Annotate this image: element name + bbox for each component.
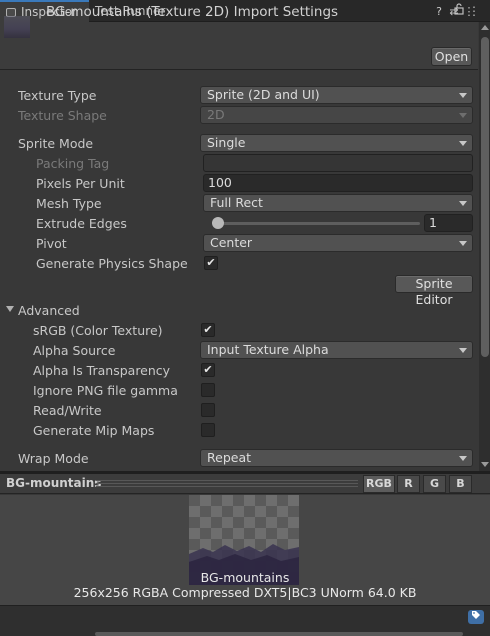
header-title: BG-mountains (Texture 2D) Import Setting…	[46, 4, 339, 20]
preview-name: BG-mountains	[6, 476, 102, 490]
read-write-label: Read/Write	[33, 403, 102, 418]
srgb-label: sRGB (Color Texture)	[33, 323, 163, 338]
ignore-png-gamma-checkbox[interactable]	[201, 383, 215, 397]
header-menu-icon[interactable]: ⋮	[462, 5, 476, 19]
srgb-checkbox[interactable]: ✔	[201, 323, 215, 337]
scrollbar-thumb[interactable]	[481, 37, 489, 357]
texture-shape-dropdown: 2D	[200, 106, 473, 124]
alpha-source-label: Alpha Source	[33, 343, 116, 358]
pixels-per-unit-field[interactable]: 100	[203, 174, 473, 192]
chevron-down-icon	[459, 201, 467, 206]
mesh-type-value: Full Rect	[210, 195, 263, 210]
foldout-arrow-icon[interactable]	[6, 306, 14, 312]
footer-scroll-indicator	[95, 632, 463, 636]
packing-tag-field	[203, 154, 473, 172]
mesh-type-label: Mesh Type	[36, 196, 102, 211]
extrude-edges-field[interactable]: 1	[424, 214, 473, 232]
texture-shape-value: 2D	[207, 107, 225, 122]
channel-g-button[interactable]: G	[423, 475, 446, 493]
preview-info: 256x256 RGBA Compressed DXT5|BC3 UNorm 6…	[73, 585, 417, 600]
generate-physics-shape-label: Generate Physics Shape	[36, 256, 188, 271]
pivot-label: Pivot	[36, 236, 67, 251]
chevron-down-icon	[459, 113, 467, 118]
alpha-source-dropdown[interactable]: Input Texture Alpha	[200, 341, 473, 359]
asset-thumbnail	[4, 16, 30, 38]
alpha-source-value: Input Texture Alpha	[207, 342, 329, 357]
alpha-is-transparency-label: Alpha Is Transparency	[33, 363, 171, 378]
mesh-type-dropdown[interactable]: Full Rect	[203, 194, 473, 212]
sprite-mode-value: Single	[207, 135, 246, 150]
packing-tag-label: Packing Tag	[36, 156, 110, 171]
ignore-png-gamma-label: Ignore PNG file gamma	[33, 383, 178, 398]
texture-type-value: Sprite (2D and UI)	[207, 87, 320, 102]
preset-icon[interactable]: ⇄	[447, 5, 461, 19]
texture-type-label: Texture Type	[18, 88, 97, 103]
wrap-mode-dropdown[interactable]: Repeat	[200, 449, 473, 467]
chevron-down-icon	[459, 141, 467, 146]
channel-b-button[interactable]: B	[449, 475, 472, 493]
pivot-value: Center	[210, 235, 253, 250]
extrude-edges-label: Extrude Edges	[36, 216, 127, 231]
chevron-down-icon	[459, 456, 467, 461]
extrude-edges-slider-track[interactable]	[212, 222, 420, 225]
read-write-checkbox[interactable]	[201, 403, 215, 417]
chevron-down-icon	[459, 241, 467, 246]
advanced-foldout-label[interactable]: Advanced	[18, 303, 80, 318]
pixels-per-unit-label: Pixels Per Unit	[36, 176, 125, 191]
texture-shape-label: Texture Shape	[18, 108, 107, 123]
generate-mip-maps-checkbox[interactable]	[201, 423, 215, 437]
chevron-down-icon	[459, 93, 467, 98]
open-button[interactable]: Open	[431, 47, 472, 66]
sprite-editor-button[interactable]: Sprite Editor	[395, 275, 473, 307]
alpha-is-transparency-checkbox[interactable]: ✔	[201, 363, 215, 377]
chevron-down-icon	[459, 348, 467, 353]
channel-r-button[interactable]: R	[397, 475, 420, 493]
preview-drag-grip[interactable]	[96, 480, 358, 488]
extrude-edges-slider-knob[interactable]	[212, 217, 225, 229]
texture-type-dropdown[interactable]: Sprite (2D and UI)	[200, 86, 473, 104]
help-icon[interactable]: ?	[432, 5, 446, 19]
scroll-down-icon[interactable]	[481, 462, 489, 467]
generate-physics-shape-checkbox[interactable]: ✔	[204, 256, 218, 270]
generate-mip-maps-label: Generate Mip Maps	[33, 423, 155, 438]
wrap-mode-value: Repeat	[207, 450, 252, 465]
preview-title: BG-mountains	[200, 570, 290, 585]
inspector-header	[0, 22, 478, 70]
pivot-dropdown[interactable]: Center	[203, 234, 473, 252]
sprite-mode-dropdown[interactable]: Single	[200, 134, 473, 152]
channel-rgb-button[interactable]: RGB	[363, 475, 395, 493]
scroll-up-icon[interactable]	[481, 25, 489, 30]
sprite-mode-label: Sprite Mode	[18, 136, 94, 151]
wrap-mode-label: Wrap Mode	[18, 451, 89, 466]
asset-label-icon[interactable]	[468, 610, 484, 624]
